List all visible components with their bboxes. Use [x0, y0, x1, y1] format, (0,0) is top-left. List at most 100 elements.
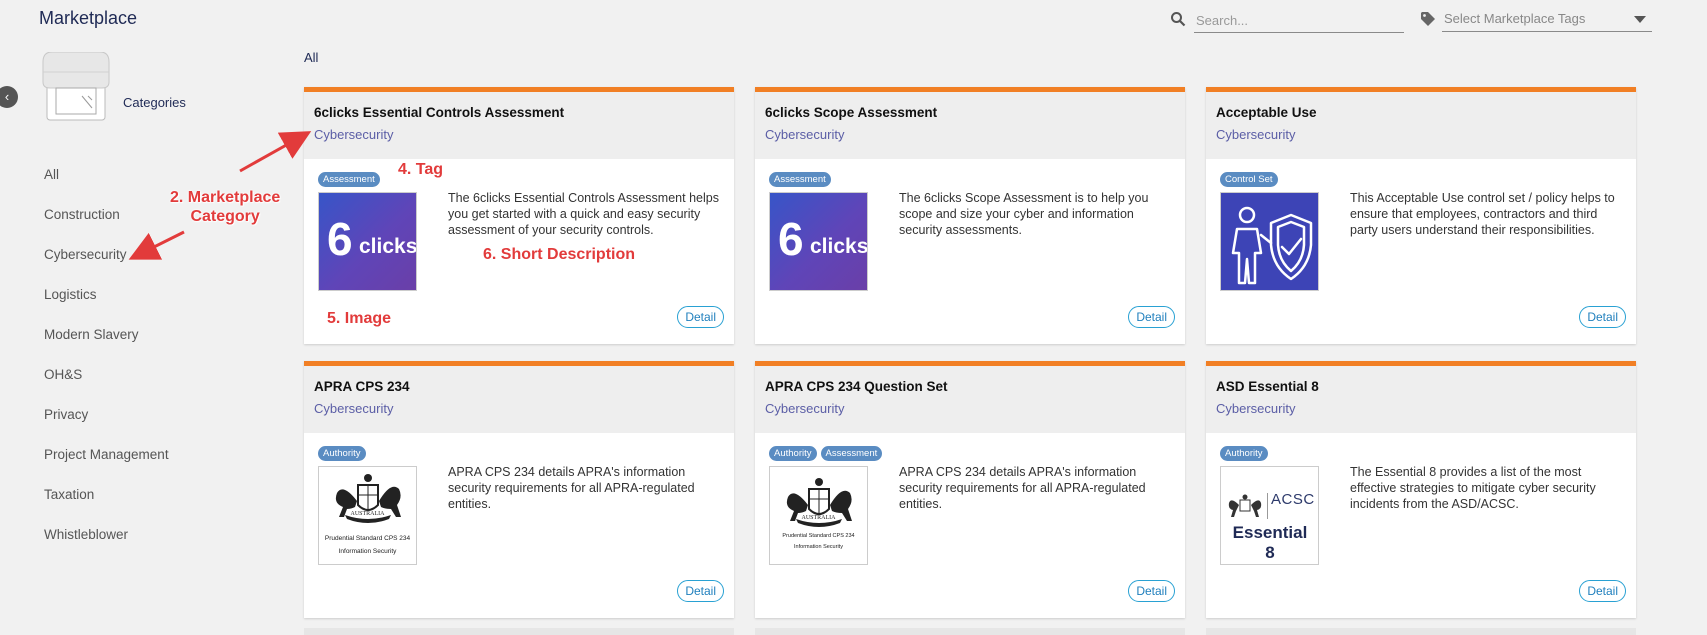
- card-placeholder: [304, 628, 734, 635]
- card-header: APRA CPS 234 Cybersecurity: [304, 366, 734, 433]
- category-item-whistleblower[interactable]: Whistleblower: [44, 525, 264, 565]
- crest-caption-title: Prudential Standard CPS 234: [324, 535, 411, 542]
- tag-select[interactable]: Select Marketplace Tags: [1420, 8, 1652, 34]
- annotation-description: 6. Short Description: [483, 246, 636, 263]
- card-image: AUSTRALIA Prudential Standard CPS 234 In…: [769, 466, 868, 565]
- crest-caption-country: AUSTRALIA: [350, 511, 385, 517]
- top-bar: Marketplace Select Marketplace Tags: [0, 0, 1707, 40]
- annotation-category-line2: Category: [190, 208, 260, 225]
- tag-badge: Authority: [769, 446, 817, 461]
- card-tags: Authority: [318, 443, 370, 461]
- tag-badge: Assessment: [769, 172, 831, 187]
- marketplace-card[interactable]: APRA CPS 234 Cybersecurity Authority AUS…: [304, 361, 734, 618]
- detail-button[interactable]: Detail: [1579, 580, 1626, 602]
- marketplace-card[interactable]: 6clicks Scope Assessment Cybersecurity A…: [755, 87, 1185, 344]
- annotation-category-line1: 2. Marketplace: [170, 189, 281, 206]
- marketplace-card[interactable]: 6clicks Essential Controls Assessment Cy…: [304, 87, 734, 344]
- logo-clicks: clicks: [810, 235, 868, 258]
- categories-header: Categories: [42, 52, 242, 127]
- search-box[interactable]: [1170, 8, 1404, 34]
- card-header: 6clicks Scope Assessment Cybersecurity: [755, 92, 1185, 159]
- card-tags: Assessment: [769, 169, 835, 187]
- coat-of-arms-icon: [335, 474, 401, 523]
- person-shield-icon: [1231, 206, 1313, 285]
- coat-of-arms-icon: [786, 478, 852, 527]
- card-placeholder: [755, 628, 1185, 635]
- divider-line: [1267, 493, 1268, 519]
- card-image: AUSTRALIA Prudential Standard CPS 234 In…: [318, 466, 417, 565]
- card-title[interactable]: 6clicks Scope Assessment: [765, 105, 937, 120]
- search-icon: [1171, 12, 1186, 27]
- logo-6: 6: [778, 213, 804, 265]
- tag-icon: [1421, 12, 1435, 26]
- active-filter-label: All: [304, 50, 319, 65]
- card-image: [1220, 192, 1319, 291]
- government-crest-icon: [1228, 494, 1262, 517]
- tag-badge: Authority: [1220, 446, 1268, 461]
- crest-caption-country: AUSTRALIA: [801, 515, 836, 521]
- store-icon: [42, 52, 110, 121]
- card-category: Cybersecurity: [1216, 127, 1296, 142]
- card-title[interactable]: Acceptable Use: [1216, 105, 1317, 120]
- category-item-taxation[interactable]: Taxation: [44, 485, 264, 525]
- marketplace-card[interactable]: Acceptable Use Cybersecurity Control Set…: [1206, 87, 1636, 344]
- category-item-cybersecurity[interactable]: Cybersecurity: [44, 245, 264, 285]
- tag-select-value[interactable]: Select Marketplace Tags: [1442, 8, 1652, 32]
- category-item-ohs[interactable]: OH&S: [44, 365, 264, 405]
- card-tags: Authority Assessment: [769, 443, 886, 461]
- crest-caption-subtitle: Information Security: [338, 548, 397, 555]
- card-category: Cybersecurity: [765, 401, 845, 416]
- card-title[interactable]: APRA CPS 234: [314, 379, 410, 394]
- detail-button[interactable]: Detail: [1128, 306, 1175, 328]
- marketplace-card[interactable]: ASD Essential 8 Cybersecurity Authority …: [1206, 361, 1636, 618]
- crest-caption-subtitle: Information Security: [794, 544, 843, 550]
- tag-badge: Control Set: [1220, 172, 1278, 187]
- crest-caption-title: Prudential Standard CPS 234: [782, 533, 855, 539]
- category-item-project-management[interactable]: Project Management: [44, 445, 264, 485]
- page-title: Marketplace: [39, 8, 138, 28]
- marketplace-card[interactable]: APRA CPS 234 Question Set Cybersecurity …: [755, 361, 1185, 618]
- card-category: Cybersecurity: [314, 401, 394, 416]
- tag-badge: Assessment: [820, 446, 883, 461]
- card-title[interactable]: ASD Essential 8: [1216, 379, 1319, 394]
- search-input[interactable]: [1194, 8, 1404, 33]
- card-description: The 6clicks Essential Controls Assessmen…: [448, 191, 719, 237]
- card-category: Cybersecurity: [765, 127, 845, 142]
- card-image: 6 clicks: [318, 192, 417, 291]
- card-tags: Authority: [1220, 443, 1272, 461]
- card-category: Cybersecurity: [1216, 401, 1296, 416]
- category-item-privacy[interactable]: Privacy: [44, 405, 264, 445]
- detail-button[interactable]: Detail: [677, 580, 724, 602]
- annotation-category: 2. Marketplace Category: [170, 188, 280, 226]
- card-description: APRA CPS 234 details APRA's information …: [899, 465, 1146, 511]
- card-image: ACSC Essential 8: [1220, 466, 1319, 565]
- card-tags: Control Set: [1220, 169, 1282, 187]
- card-title[interactable]: 6clicks Essential Controls Assessment: [314, 105, 564, 120]
- annotation-image: 5. Image: [327, 310, 392, 327]
- card-description: This Acceptable Use control set / policy…: [1350, 191, 1615, 237]
- tag-badge: Assessment: [318, 172, 380, 187]
- detail-button[interactable]: Detail: [677, 306, 724, 328]
- card-header: ASD Essential 8 Cybersecurity: [1206, 366, 1636, 433]
- acsc-logo-text: ACSC: [1271, 491, 1315, 508]
- card-tags: Assessment: [318, 169, 384, 187]
- collapse-sidebar-button[interactable]: ‹: [0, 86, 18, 108]
- essential-8-title: Essential 8: [1232, 523, 1308, 562]
- card-description: APRA CPS 234 details APRA's information …: [448, 465, 695, 511]
- card-image: 6 clicks: [769, 192, 868, 291]
- card-description: The Essential 8 provides a list of the m…: [1350, 465, 1596, 511]
- annotation-tag: 4. Tag: [398, 161, 444, 178]
- logo-clicks: clicks: [359, 235, 417, 258]
- category-item-modern-slavery[interactable]: Modern Slavery: [44, 325, 264, 365]
- detail-button[interactable]: Detail: [1579, 306, 1626, 328]
- card-title[interactable]: APRA CPS 234 Question Set: [765, 379, 948, 394]
- card-header: APRA CPS 234 Question Set Cybersecurity: [755, 366, 1185, 433]
- card-category: Cybersecurity: [314, 127, 394, 142]
- card-header: 6clicks Essential Controls Assessment Cy…: [304, 92, 734, 159]
- category-item-logistics[interactable]: Logistics: [44, 285, 264, 325]
- categories-label: Categories: [123, 95, 186, 110]
- logo-6: 6: [327, 213, 353, 265]
- card-placeholder: [1206, 628, 1636, 635]
- chevron-down-icon[interactable]: [1634, 16, 1646, 23]
- detail-button[interactable]: Detail: [1128, 580, 1175, 602]
